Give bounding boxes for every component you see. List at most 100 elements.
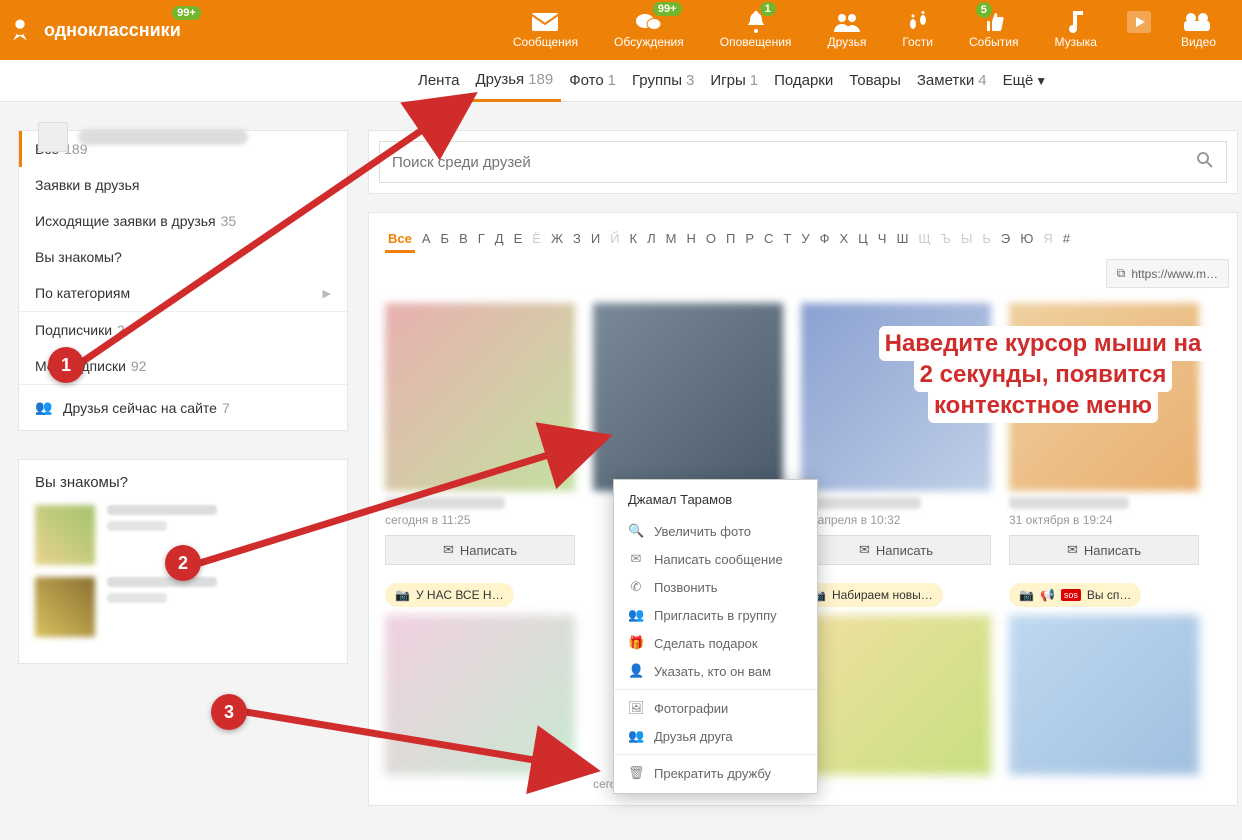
envelope-icon: ✉ <box>443 542 454 558</box>
site-name: одноклассники <box>44 20 181 41</box>
sidebar-item-my-subs[interactable]: Мои подписки92 <box>19 348 347 384</box>
nav-label: Сообщения <box>513 35 578 49</box>
avatar <box>35 505 95 565</box>
tab-more[interactable]: Ещё▼ <box>995 60 1056 102</box>
familiar-title: Вы знакомы? <box>35 474 331 491</box>
alpha-letter[interactable]: Н <box>683 227 698 253</box>
nav-label: Обсуждения <box>614 35 684 49</box>
alpha-letter[interactable]: Г <box>475 227 488 253</box>
sidebar-item-outgoing[interactable]: Исходящие заявки в друзья35 <box>19 203 347 239</box>
status-pill[interactable]: 📷📢sosВы сп… <box>1009 583 1141 607</box>
alpha-letter[interactable]: Ц <box>855 227 871 253</box>
alpha-letter[interactable]: Р <box>742 227 757 253</box>
alpha-letter[interactable]: О <box>703 227 719 253</box>
nav-guests[interactable]: Гости <box>884 5 951 55</box>
friend-card[interactable]: 20 апреля в 10:32 ✉Написать 📷Набираем но… <box>801 303 991 791</box>
sidebar-item-subscribers[interactable]: Подписчики2 <box>19 312 347 348</box>
alpha-letter[interactable]: П <box>723 227 738 253</box>
ctx-call[interactable]: ✆Позвонить <box>614 573 817 601</box>
alpha-letter[interactable]: И <box>588 227 603 253</box>
alpha-letter[interactable]: Л <box>644 227 659 253</box>
friend-photo <box>1009 615 1199 775</box>
tab-friends[interactable]: Друзья189 <box>468 60 562 102</box>
alpha-letter[interactable]: Б <box>438 227 453 253</box>
tab-goods[interactable]: Товары <box>841 60 909 102</box>
alpha-letter[interactable]: У <box>798 227 812 253</box>
logo[interactable]: одноклассники 99+ <box>4 14 181 46</box>
alpha-letter[interactable]: С <box>761 227 776 253</box>
ctx-unfriend[interactable]: 🗑Прекратить дружбу <box>614 759 817 787</box>
write-button[interactable]: ✉Написать <box>1009 535 1199 565</box>
nav-alerts[interactable]: 1 Оповещения <box>702 5 810 55</box>
alpha-letter[interactable]: Х <box>837 227 852 253</box>
ctx-gift[interactable]: 🎁Сделать подарок <box>614 629 817 657</box>
search-icon[interactable] <box>1196 151 1214 174</box>
alpha-letter[interactable]: К <box>627 227 641 253</box>
write-button[interactable]: ✉Написать <box>801 535 991 565</box>
ctx-write-msg[interactable]: ✉Написать сообщение <box>614 545 817 573</box>
alpha-letter[interactable]: Ч <box>875 227 890 253</box>
tab-notes[interactable]: Заметки4 <box>909 60 995 102</box>
tab-groups[interactable]: Группы3 <box>624 60 702 102</box>
status-pill[interactable]: 📷У НАС ВСЕ Н… <box>385 583 514 607</box>
friend-photo <box>1009 303 1199 491</box>
profile-mini[interactable] <box>38 122 248 152</box>
sidebar-item-requests[interactable]: Заявки в друзья <box>19 167 347 203</box>
nav-label: Гости <box>902 35 933 49</box>
alpha-letter[interactable]: В <box>456 227 471 253</box>
alpha-letter[interactable]: Э <box>998 227 1013 253</box>
nav-badge: 5 <box>976 2 992 18</box>
video-icon <box>1184 11 1212 33</box>
alpha-letter[interactable]: З <box>570 227 584 253</box>
alpha-letter[interactable]: Ю <box>1017 227 1036 253</box>
status-pill[interactable]: 📷Набираем новы… <box>801 583 943 607</box>
nav-play[interactable] <box>1115 5 1163 55</box>
nav-discussions[interactable]: 99+ Обсуждения <box>596 5 702 55</box>
alpha-letter: Ё <box>529 227 544 253</box>
tab-games[interactable]: Игры1 <box>702 60 766 102</box>
person-icon: 👤 <box>628 663 644 679</box>
tab-feed[interactable]: Лента <box>410 60 468 102</box>
envelope-icon: ✉ <box>859 542 870 558</box>
friend-card[interactable]: 31 октября в 19:24 ✉Написать 📷📢sosВы сп… <box>1009 303 1199 791</box>
familiar-suggestion[interactable] <box>35 577 331 637</box>
alpha-letter[interactable]: Т <box>780 227 794 253</box>
nav-video[interactable]: Видео <box>1163 5 1234 55</box>
sidebar-item-familiar[interactable]: Вы знакомы? <box>19 239 347 275</box>
alpha-letter[interactable]: Ф <box>817 227 833 253</box>
alpha-letter: Ь <box>979 227 994 253</box>
nav-music[interactable]: Музыка <box>1036 5 1114 55</box>
ctx-zoom-photo[interactable]: 🔍Увеличить фото <box>614 517 817 545</box>
sidebar-item-online[interactable]: 👥 Друзья сейчас на сайте7 <box>19 385 347 430</box>
alpha-letter[interactable]: М <box>663 227 680 253</box>
alpha-letter[interactable]: Ш <box>893 227 911 253</box>
search-input[interactable] <box>392 154 1196 171</box>
users-icon <box>833 11 861 33</box>
tab-gifts[interactable]: Подарки <box>766 60 841 102</box>
ctx-invite-group[interactable]: 👥Пригласить в группу <box>614 601 817 629</box>
alpha-letter: Й <box>607 227 622 253</box>
search-field[interactable] <box>379 141 1227 183</box>
chevron-down-icon: ▼ <box>1035 74 1047 88</box>
nav-events[interactable]: 5 События <box>951 5 1037 55</box>
friend-card[interactable]: сегодня в 11:25 ✉Написать 📷У НАС ВСЕ Н… <box>385 303 575 791</box>
profile-name-blur <box>78 129 248 145</box>
nav-friends[interactable]: Друзья <box>809 5 884 55</box>
url-chip[interactable]: ⧉ https://www.m… <box>1106 259 1229 288</box>
alpha-letter[interactable]: # <box>1060 227 1073 253</box>
alpha-letter[interactable]: Д <box>492 227 507 253</box>
sidebar-item-categories[interactable]: По категориям▶ <box>19 275 347 311</box>
nav-messages[interactable]: Сообщения <box>495 5 596 55</box>
alpha-letter[interactable]: Все <box>385 227 415 253</box>
context-title: Джамал Тарамов <box>614 486 817 517</box>
familiar-suggestion[interactable] <box>35 505 331 565</box>
alpha-letter[interactable]: Е <box>511 227 526 253</box>
alpha-letter[interactable]: Ж <box>548 227 566 253</box>
friend-photo <box>385 303 575 491</box>
alpha-letter[interactable]: А <box>419 227 434 253</box>
ctx-relation[interactable]: 👤Указать, кто он вам <box>614 657 817 685</box>
ctx-photos[interactable]: 🖼Фотографии <box>614 694 817 722</box>
ctx-friends-of-friend[interactable]: 👥Друзья друга <box>614 722 817 750</box>
tab-photo[interactable]: Фото1 <box>561 60 624 102</box>
write-button[interactable]: ✉Написать <box>385 535 575 565</box>
